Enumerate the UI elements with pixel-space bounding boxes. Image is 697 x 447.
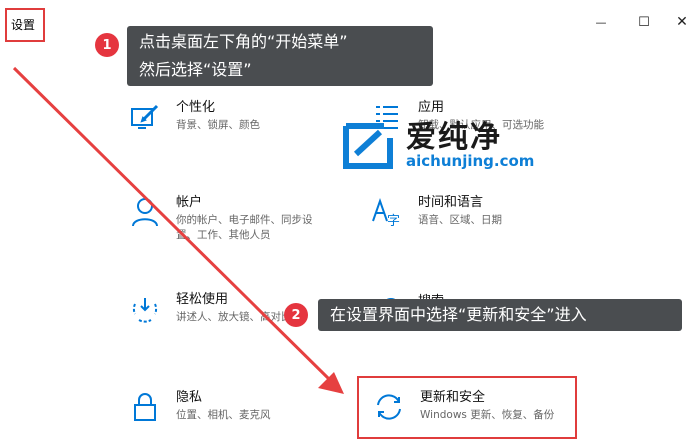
annotation-2-text: 在设置界面中选择“更新和安全”进入 [330, 305, 587, 324]
annotation-1-line2: 然后选择“设置” [139, 60, 252, 79]
annotation-badge-1: 1 [95, 33, 119, 57]
annotation-tooltip-1: 点击桌面左下角的“开始菜单” 然后选择“设置” [127, 26, 433, 86]
annotation-1-line1: 点击桌面左下角的“开始菜单” [139, 32, 348, 51]
annotation-badge-2: 2 [284, 303, 308, 327]
annotation-tooltip-2: 在设置界面中选择“更新和安全”进入 [318, 299, 682, 331]
